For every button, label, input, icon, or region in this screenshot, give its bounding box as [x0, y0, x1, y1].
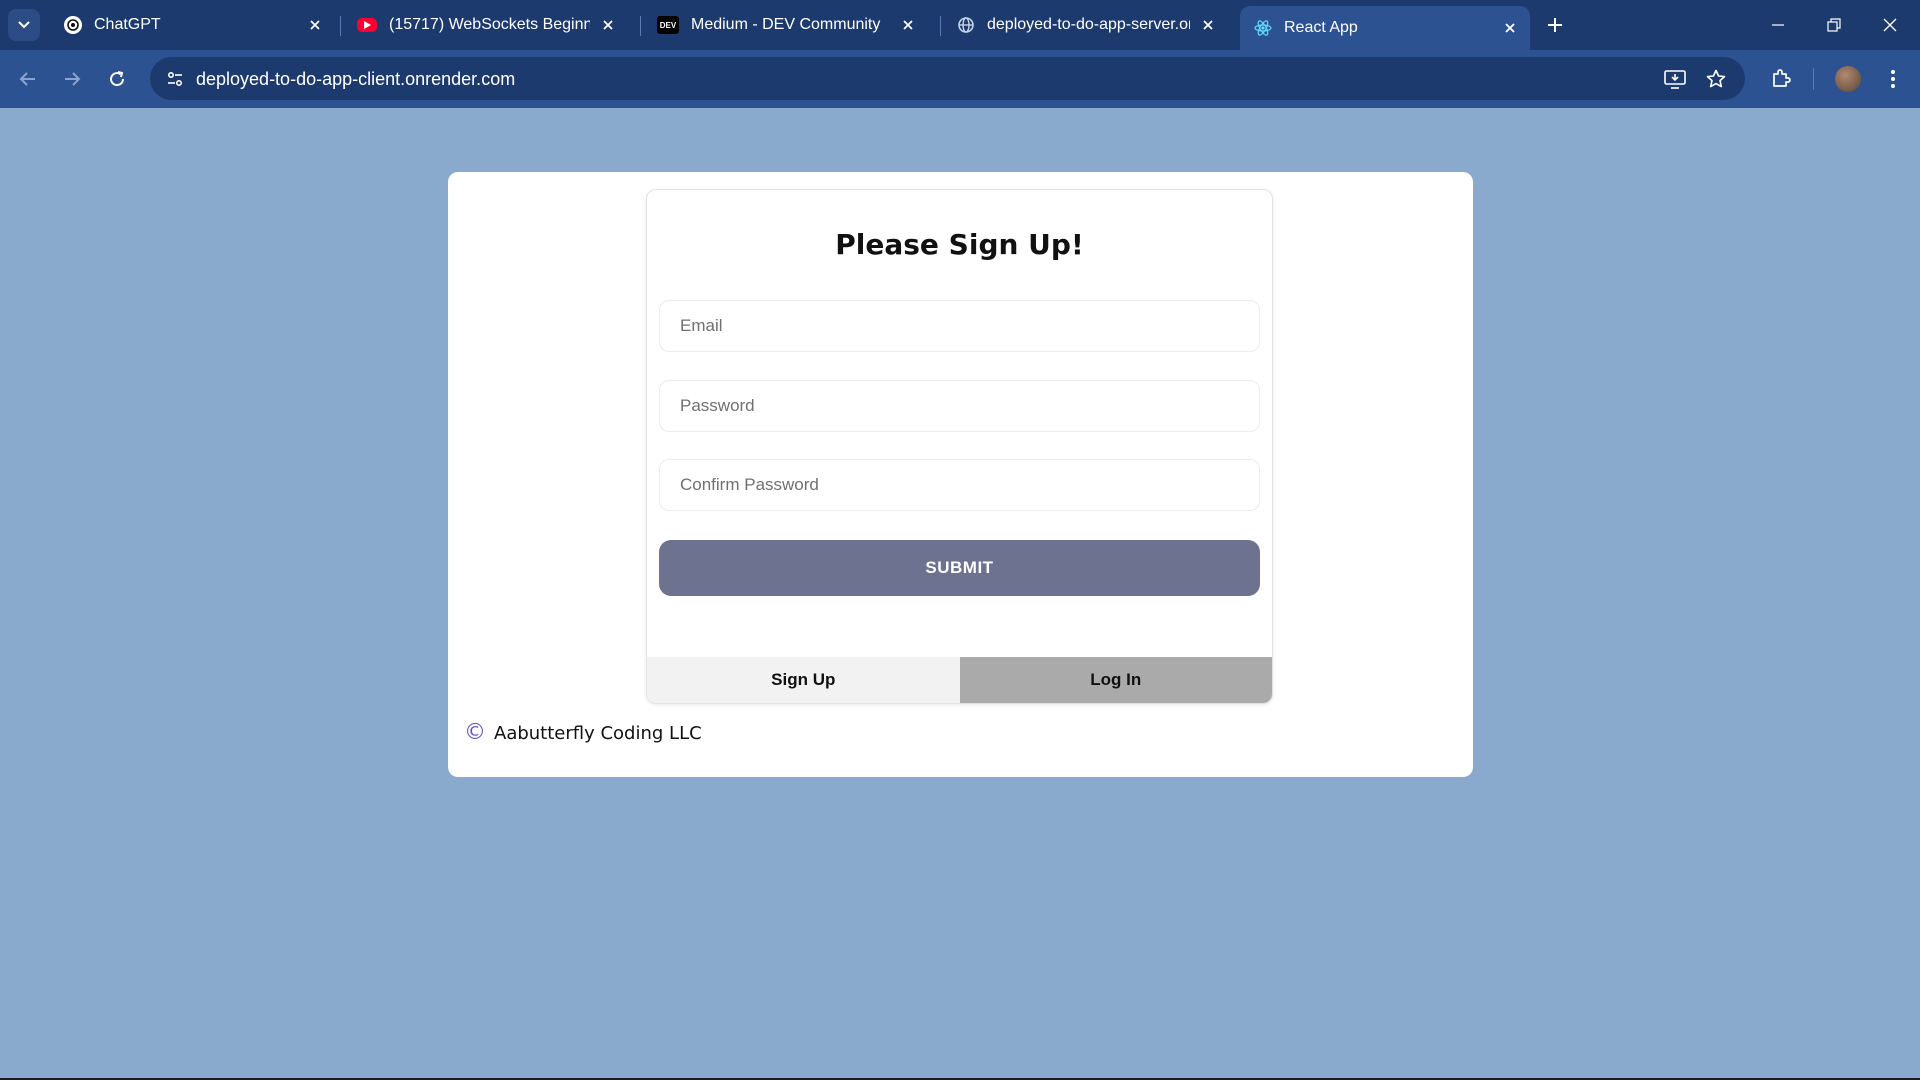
password-field[interactable] [659, 380, 1260, 432]
globe-icon [957, 16, 975, 34]
minimize-button[interactable] [1750, 0, 1806, 50]
tab-title: (15717) WebSockets Beginners [389, 16, 590, 33]
minimize-icon [1772, 24, 1784, 26]
app-container: Please Sign Up! SUBMIT Sign Up Log In © … [448, 172, 1473, 777]
restore-button[interactable] [1806, 0, 1862, 50]
login-tab[interactable]: Log In [959, 657, 1272, 703]
chatgpt-icon [64, 16, 82, 34]
footer-text: Aabutterfly Coding LLC [494, 722, 702, 744]
copyright-icon: © [464, 720, 486, 745]
tab-title: deployed-to-do-app-server.onr [987, 16, 1190, 33]
menu-button[interactable] [1876, 62, 1910, 96]
extensions-icon[interactable] [1764, 62, 1798, 96]
tab-divider [340, 16, 341, 36]
avatar[interactable] [1835, 66, 1861, 92]
more-vertical-icon [1891, 70, 1895, 88]
tab-title: Medium - DEV Community [691, 16, 881, 33]
auth-modal: Please Sign Up! SUBMIT Sign Up Log In [646, 189, 1273, 704]
toolbar-divider [1813, 68, 1814, 90]
new-tab-button[interactable] [1542, 12, 1568, 38]
address-bar[interactable]: deployed-to-do-app-client.onrender.com [150, 57, 1745, 100]
browser-toolbar: deployed-to-do-app-client.onrender.com [0, 50, 1920, 108]
confirm-password-field[interactable] [659, 459, 1260, 511]
reload-icon [110, 71, 125, 87]
youtube-icon [357, 18, 377, 32]
tab-dev-community[interactable]: DEV Medium - DEV Community [643, 6, 928, 44]
forward-button[interactable] [55, 62, 89, 96]
site-info-icon[interactable] [162, 66, 188, 92]
back-button[interactable] [11, 62, 45, 96]
arrow-right-icon [65, 72, 81, 86]
close-icon[interactable] [1498, 16, 1522, 40]
tab-server[interactable]: deployed-to-do-app-server.onr [943, 6, 1228, 44]
url-text[interactable]: deployed-to-do-app-client.onrender.com [196, 69, 515, 90]
restore-icon [1827, 18, 1841, 32]
arrow-left-icon [19, 72, 35, 86]
close-icon[interactable] [303, 13, 327, 37]
tab-websockets[interactable]: (15717) WebSockets Beginners [343, 6, 628, 44]
auth-mode-switch: Sign Up Log In [647, 657, 1272, 703]
tab-strip: ChatGPT (15717) WebSockets Beginners DEV… [0, 0, 1920, 50]
chevron-down-icon [18, 21, 30, 29]
close-icon[interactable] [1196, 13, 1220, 37]
reload-button[interactable] [100, 62, 134, 96]
react-icon [1254, 19, 1272, 37]
footer: © Aabutterfly Coding LLC [464, 722, 702, 744]
tab-search-button[interactable] [8, 9, 40, 41]
signup-tab[interactable]: Sign Up [647, 657, 960, 703]
form-title: Please Sign Up! [835, 228, 1084, 261]
close-icon[interactable] [896, 13, 920, 37]
tab-divider [940, 16, 941, 36]
tab-chatgpt[interactable]: ChatGPT [50, 6, 335, 44]
tab-react-app[interactable]: React App [1240, 6, 1530, 50]
dev-icon: DEV [657, 16, 679, 34]
submit-button[interactable]: SUBMIT [659, 540, 1260, 596]
email-field[interactable] [659, 300, 1260, 352]
close-icon [1883, 18, 1897, 32]
install-app-icon[interactable] [1662, 66, 1688, 92]
close-window-button[interactable] [1862, 0, 1918, 50]
tab-divider [640, 16, 641, 36]
bookmark-star-icon[interactable] [1703, 66, 1729, 92]
tab-title: React App [1284, 19, 1358, 36]
plus-icon [1548, 18, 1562, 32]
tab-title: ChatGPT [94, 16, 161, 33]
close-icon[interactable] [596, 13, 620, 37]
